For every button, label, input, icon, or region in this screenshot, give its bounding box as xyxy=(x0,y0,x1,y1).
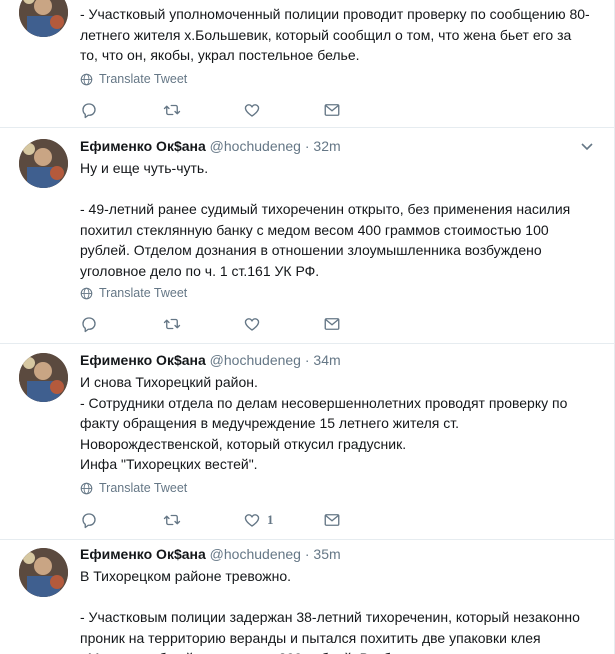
retweet-button[interactable] xyxy=(163,314,181,334)
envelope-icon xyxy=(324,104,340,116)
envelope-icon xyxy=(324,514,340,526)
like-button[interactable] xyxy=(243,314,261,334)
author-name[interactable]: Ефименко Ок$ана xyxy=(80,138,206,154)
translate-tweet-link[interactable]: Translate Tweet xyxy=(80,481,187,495)
tweet-header: Ефименко Ок$ана @hochudeneg · 34m xyxy=(80,352,593,372)
direct-message-button[interactable] xyxy=(323,510,341,530)
tweet-text: Ну и еще чуть-чуть. - 49-летний ранее су… xyxy=(80,160,571,279)
globe-icon xyxy=(80,73,93,85)
reply-icon xyxy=(82,103,96,119)
tweet-actions: 1 xyxy=(80,510,380,530)
retweet-icon xyxy=(163,318,181,330)
tweet-1[interactable]: Ефименко Ок$ана @hochudeneg · 32m Ну и е… xyxy=(0,128,615,344)
globe-icon xyxy=(80,482,93,494)
tweet-time[interactable]: 35m xyxy=(313,546,340,562)
tweet-time[interactable]: 32m xyxy=(313,138,340,154)
separator-dot: · xyxy=(304,546,310,562)
avatar[interactable] xyxy=(19,0,68,37)
tweet-text: В Тихорецком районе тревожно. - Участков… xyxy=(80,568,580,654)
avatar[interactable] xyxy=(19,139,68,188)
translate-label: Translate Tweet xyxy=(99,481,188,495)
author-name[interactable]: Ефименко Ок$ана xyxy=(80,546,206,562)
chevron-down-icon[interactable] xyxy=(579,138,595,154)
retweet-icon xyxy=(163,104,181,116)
tweet-actions xyxy=(80,314,380,334)
author-handle[interactable]: @hochudeneg xyxy=(210,352,301,368)
like-count: 1 xyxy=(267,512,274,527)
author-handle[interactable]: @hochudeneg xyxy=(210,546,301,562)
like-button[interactable] xyxy=(243,100,261,120)
avatar[interactable] xyxy=(19,548,68,597)
direct-message-button[interactable] xyxy=(323,314,341,334)
retweet-icon xyxy=(163,514,181,526)
reply-button[interactable] xyxy=(80,510,98,530)
reply-icon xyxy=(82,513,96,529)
retweet-button[interactable] xyxy=(163,100,181,120)
author-handle[interactable]: @hochudeneg xyxy=(210,138,301,154)
translate-label: Translate Tweet xyxy=(99,72,188,86)
heart-icon xyxy=(244,318,260,331)
separator-dot: · xyxy=(304,138,310,154)
separator-dot: · xyxy=(304,352,310,368)
tweet-time[interactable]: 34m xyxy=(313,352,340,368)
tweet-header: Ефименко Ок$ана @hochudeneg · 32m xyxy=(80,138,593,158)
globe-icon xyxy=(80,287,93,299)
translate-tweet-link[interactable]: Translate Tweet xyxy=(80,286,187,300)
reply-button[interactable] xyxy=(80,100,98,120)
tweet-text: И снова Тихорецкий район. - Сотрудники о… xyxy=(80,374,568,472)
translate-label: Translate Tweet xyxy=(99,286,188,300)
translate-tweet-link[interactable]: Translate Tweet xyxy=(80,72,187,86)
like-button[interactable]: 1 xyxy=(243,510,274,530)
reply-icon xyxy=(82,317,96,333)
reply-button[interactable] xyxy=(80,314,98,334)
timeline: - Участковый уполномоченный полиции пров… xyxy=(0,0,615,654)
author-name[interactable]: Ефименко Ок$ана xyxy=(80,352,206,368)
heart-icon xyxy=(244,104,260,117)
tweet-text: - Участковый уполномоченный полиции пров… xyxy=(80,6,590,63)
envelope-icon xyxy=(324,318,340,330)
heart-icon xyxy=(244,514,260,527)
tweet-0[interactable]: - Участковый уполномоченный полиции пров… xyxy=(0,0,615,128)
direct-message-button[interactable] xyxy=(323,100,341,120)
avatar[interactable] xyxy=(19,353,68,402)
tweet-actions xyxy=(80,100,380,120)
tweet-3[interactable]: Ефименко Ок$ана @hochudeneg · 35m В Тихо… xyxy=(0,540,615,654)
tweet-2[interactable]: Ефименко Ок$ана @hochudeneg · 34m И снов… xyxy=(0,344,615,540)
retweet-button[interactable] xyxy=(163,510,181,530)
tweet-header: Ефименко Ок$ана @hochudeneg · 35m xyxy=(80,546,593,566)
